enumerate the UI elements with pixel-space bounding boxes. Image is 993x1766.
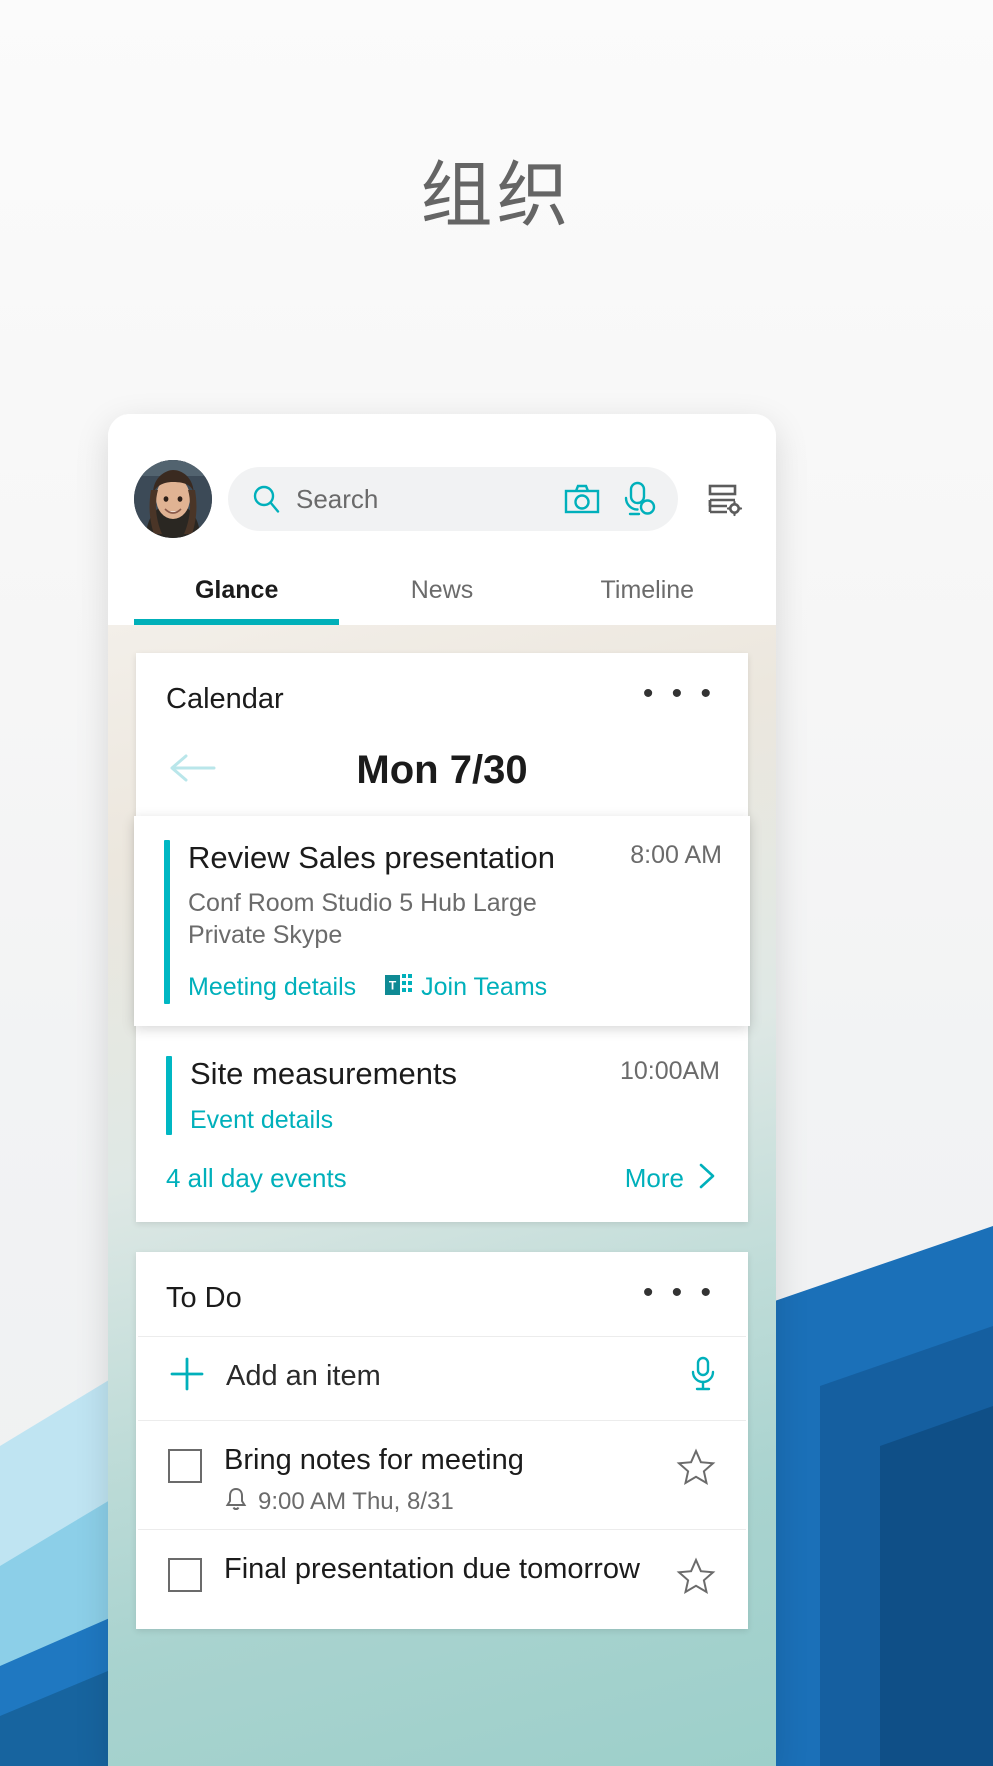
event-title: Review Sales presentation xyxy=(188,840,556,875)
todo-item-text: Bring notes for meeting xyxy=(224,1444,524,1477)
feed-settings-icon[interactable] xyxy=(700,474,750,524)
todo-checkbox[interactable] xyxy=(168,1557,202,1592)
todo-card: To Do • • • Add an item Bring notes for … xyxy=(136,1252,748,1629)
app-content: Calendar • • • Mon 7/30 Review Sales pre… xyxy=(108,625,776,1766)
join-teams-label: Join Teams xyxy=(421,972,548,1001)
event-time: 8:00 AM xyxy=(630,841,722,869)
search-placeholder: Search xyxy=(296,483,379,514)
todo-item-text: Final presentation due tomorrow xyxy=(224,1552,640,1585)
join-teams-button[interactable]: T Join Teams xyxy=(384,971,547,1004)
tab-timeline[interactable]: Timeline xyxy=(545,568,750,625)
calendar-title: Calendar xyxy=(166,682,284,715)
calendar-overflow-button[interactable]: • • • xyxy=(633,679,718,719)
event-content: Site measurements Event details xyxy=(190,1056,596,1136)
calendar-event-row[interactable]: Review Sales presentation Conf Room Stud… xyxy=(134,816,750,1026)
voice-search-icon[interactable] xyxy=(622,481,656,517)
todo-title: To Do xyxy=(166,1281,242,1314)
todo-item-content: Final presentation due tomorrow xyxy=(224,1552,654,1587)
meeting-details-link[interactable]: Meeting details xyxy=(188,973,356,1002)
svg-text:T: T xyxy=(389,978,397,992)
calendar-footer: 4 all day events More xyxy=(136,1141,748,1222)
star-outline-icon[interactable] xyxy=(676,1556,716,1601)
tab-bar: Glance News Timeline xyxy=(134,568,750,625)
search-input[interactable]: Search xyxy=(228,467,678,531)
teams-icon: T xyxy=(384,971,414,1004)
todo-item-content: Bring notes for meeting 9:00 AM Thu, 8/3… xyxy=(224,1443,654,1519)
todo-list-item[interactable]: Bring notes for meeting 9:00 AM Thu, 8/3… xyxy=(138,1420,746,1529)
more-button[interactable]: More xyxy=(625,1161,718,1196)
star-outline-icon[interactable] xyxy=(676,1447,716,1492)
search-row: Search xyxy=(134,460,750,538)
app-header: Search Glance News Timeline xyxy=(108,414,776,625)
event-links: Meeting details T Join Teams xyxy=(188,971,606,1004)
todo-overflow-button[interactable]: • • • xyxy=(633,1278,718,1318)
bell-icon xyxy=(224,1486,248,1519)
phone-mockup: Search Glance News Timeline Calendar • •… xyxy=(108,414,776,1766)
event-details-link[interactable]: Event details xyxy=(190,1106,333,1135)
tab-news-label: News xyxy=(410,576,474,604)
calendar-date-label: Mon 7/30 xyxy=(356,748,528,792)
tab-timeline-label: Timeline xyxy=(600,576,695,604)
todo-item-reminder: 9:00 AM Thu, 8/31 xyxy=(224,1486,654,1519)
avatar-photo xyxy=(134,460,212,538)
todo-checkbox[interactable] xyxy=(168,1449,202,1484)
calendar-date-row: Mon 7/30 xyxy=(136,737,748,816)
search-icon xyxy=(250,483,282,515)
tab-glance[interactable]: Glance xyxy=(134,568,339,625)
todo-add-row[interactable]: Add an item xyxy=(138,1336,746,1420)
microphone-icon[interactable] xyxy=(690,1356,716,1397)
avatar[interactable] xyxy=(134,460,212,538)
tab-glance-label: Glance xyxy=(194,576,279,604)
chevron-right-icon xyxy=(696,1161,718,1196)
todo-item-reminder-text: 9:00 AM Thu, 8/31 xyxy=(258,1488,454,1516)
plus-icon xyxy=(168,1355,206,1398)
calendar-card-header: Calendar • • • xyxy=(136,653,748,737)
event-accent-bar xyxy=(166,1055,172,1136)
tab-news[interactable]: News xyxy=(339,568,544,625)
todo-card-header: To Do • • • xyxy=(136,1252,748,1336)
event-title: Site measurements xyxy=(190,1055,458,1091)
event-accent-bar xyxy=(164,840,170,1004)
event-time: 10:00AM xyxy=(619,1056,720,1085)
all-day-events-link[interactable]: 4 all day events xyxy=(166,1163,347,1194)
calendar-card: Calendar • • • Mon 7/30 Review Sales pre… xyxy=(134,653,750,1223)
camera-icon[interactable] xyxy=(564,484,600,514)
todo-add-label: Add an item xyxy=(226,1360,381,1393)
event-links: Event details xyxy=(190,1106,596,1135)
todo-list-item[interactable]: Final presentation due tomorrow xyxy=(138,1528,746,1629)
calendar-event-row[interactable]: Site measurements Event details 10:00AM xyxy=(136,1026,748,1142)
event-location: Conf Room Studio 5 Hub Large Private Sky… xyxy=(188,888,537,949)
page-title: 组织 xyxy=(420,156,573,236)
event-content: Review Sales presentation Conf Room Stud… xyxy=(188,840,606,1004)
more-label: More xyxy=(624,1163,684,1194)
